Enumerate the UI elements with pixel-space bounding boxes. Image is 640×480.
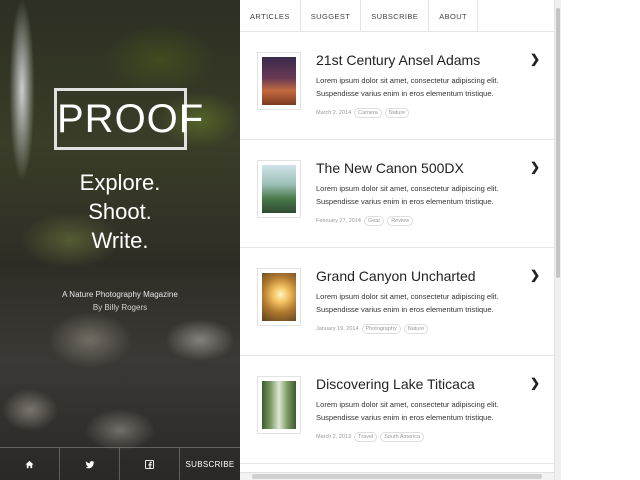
- article-title[interactable]: Grand Canyon Uncharted: [316, 268, 476, 284]
- article-thumbnail: [262, 57, 296, 105]
- nav-subscribe[interactable]: SUBSCRIBE: [361, 0, 430, 32]
- site-logo[interactable]: PROOF: [54, 88, 203, 150]
- tagline-line-explore: Explore.: [79, 170, 161, 195]
- article-title[interactable]: Discovering Lake Titicaca: [316, 376, 475, 392]
- chevron-right-icon[interactable]: ❯: [530, 268, 540, 282]
- article-tag[interactable]: Review: [387, 216, 414, 226]
- article-card[interactable]: 21st Century Ansel Adams ❯ Lorem ipsum d…: [240, 32, 554, 140]
- article-tag[interactable]: Nature: [403, 324, 429, 334]
- article-tag[interactable]: Gear: [363, 216, 385, 226]
- facebook-icon: [145, 460, 154, 469]
- tagline-line-shoot: Shoot.: [88, 199, 152, 224]
- article-date: January 19, 2014: [316, 326, 359, 332]
- article-tag[interactable]: South America: [380, 432, 425, 442]
- top-nav: ARTICLES SUGGEST SUBSCRIBE ABOUT: [240, 0, 554, 32]
- vertical-scrollbar[interactable]: [554, 0, 561, 480]
- chevron-right-icon[interactable]: ❯: [530, 376, 540, 390]
- article-thumbnail: [262, 381, 296, 429]
- article-tag[interactable]: Nature: [384, 108, 410, 118]
- tagline-line-write: Write.: [91, 228, 149, 253]
- chevron-right-icon[interactable]: ❯: [530, 160, 540, 174]
- article-excerpt: Lorem ipsum dolor sit amet, consectetur …: [316, 76, 499, 98]
- article-thumbnail-frame: [257, 376, 301, 434]
- article-date: February 27, 2014: [316, 218, 361, 224]
- hero-tagline: Explore. Shoot. Write.: [0, 168, 240, 255]
- nav-about[interactable]: ABOUT: [429, 0, 479, 32]
- horizontal-scrollbar-thumb[interactable]: [252, 474, 542, 479]
- home-button[interactable]: [0, 448, 60, 480]
- hero-subtitle: A Nature Photography Magazine: [62, 290, 178, 299]
- twitter-icon: [85, 460, 94, 468]
- article-excerpt: Lorem ipsum dolor sit amet, consectetur …: [316, 292, 499, 314]
- page-gutter: [561, 0, 640, 480]
- article-thumbnail-frame: [257, 52, 301, 110]
- article-meta: March 2, 2013 Travel South America: [316, 432, 425, 442]
- article-title[interactable]: 21st Century Ansel Adams: [316, 52, 480, 68]
- nav-suggest[interactable]: SUGGEST: [301, 0, 362, 32]
- chevron-right-icon[interactable]: ❯: [530, 52, 540, 66]
- article-tag[interactable]: Photography: [361, 324, 401, 334]
- vertical-scrollbar-thumb[interactable]: [556, 8, 560, 278]
- horizontal-scrollbar[interactable]: [240, 472, 554, 480]
- article-thumbnail: [262, 165, 296, 213]
- article-thumbnail: [262, 273, 296, 321]
- twitter-button[interactable]: [60, 448, 120, 480]
- article-date: March 2, 2014: [316, 110, 352, 116]
- article-tag[interactable]: Travel: [354, 432, 378, 442]
- article-meta: March 2, 2014 Camera Nature: [316, 108, 410, 118]
- hero-byline: By Billy Rogers: [92, 303, 148, 312]
- footer-subscribe-button[interactable]: SUBSCRIBE: [180, 448, 240, 480]
- content-panel: ARTICLES SUGGEST SUBSCRIBE ABOUT 21st Ce…: [240, 0, 554, 480]
- nav-articles[interactable]: ARTICLES: [240, 0, 301, 32]
- article-thumbnail-frame: [257, 268, 301, 326]
- article-excerpt: Lorem ipsum dolor sit amet, consectetur …: [316, 184, 499, 206]
- article-tag[interactable]: Camera: [354, 108, 382, 118]
- article-thumbnail-frame: [257, 160, 301, 218]
- article-card[interactable]: Discovering Lake Titicaca ❯ Lorem ipsum …: [240, 356, 554, 464]
- home-icon: [25, 460, 34, 469]
- article-meta: January 19, 2014 Photography Nature: [316, 324, 429, 334]
- hero-panel: PROOF Explore. Shoot. Write. A Nature Ph…: [0, 0, 240, 480]
- article-meta: February 27, 2014 Gear Review: [316, 216, 414, 226]
- article-date: March 2, 2013: [316, 434, 352, 440]
- article-title[interactable]: The New Canon 500DX: [316, 160, 464, 176]
- hero-footer-bar: SUBSCRIBE: [0, 447, 240, 480]
- article-excerpt: Lorem ipsum dolor sit amet, consectetur …: [316, 400, 499, 422]
- article-card[interactable]: The New Canon 500DX ❯ Lorem ipsum dolor …: [240, 140, 554, 248]
- article-card[interactable]: Grand Canyon Uncharted ❯ Lorem ipsum dol…: [240, 248, 554, 356]
- facebook-button[interactable]: [120, 448, 180, 480]
